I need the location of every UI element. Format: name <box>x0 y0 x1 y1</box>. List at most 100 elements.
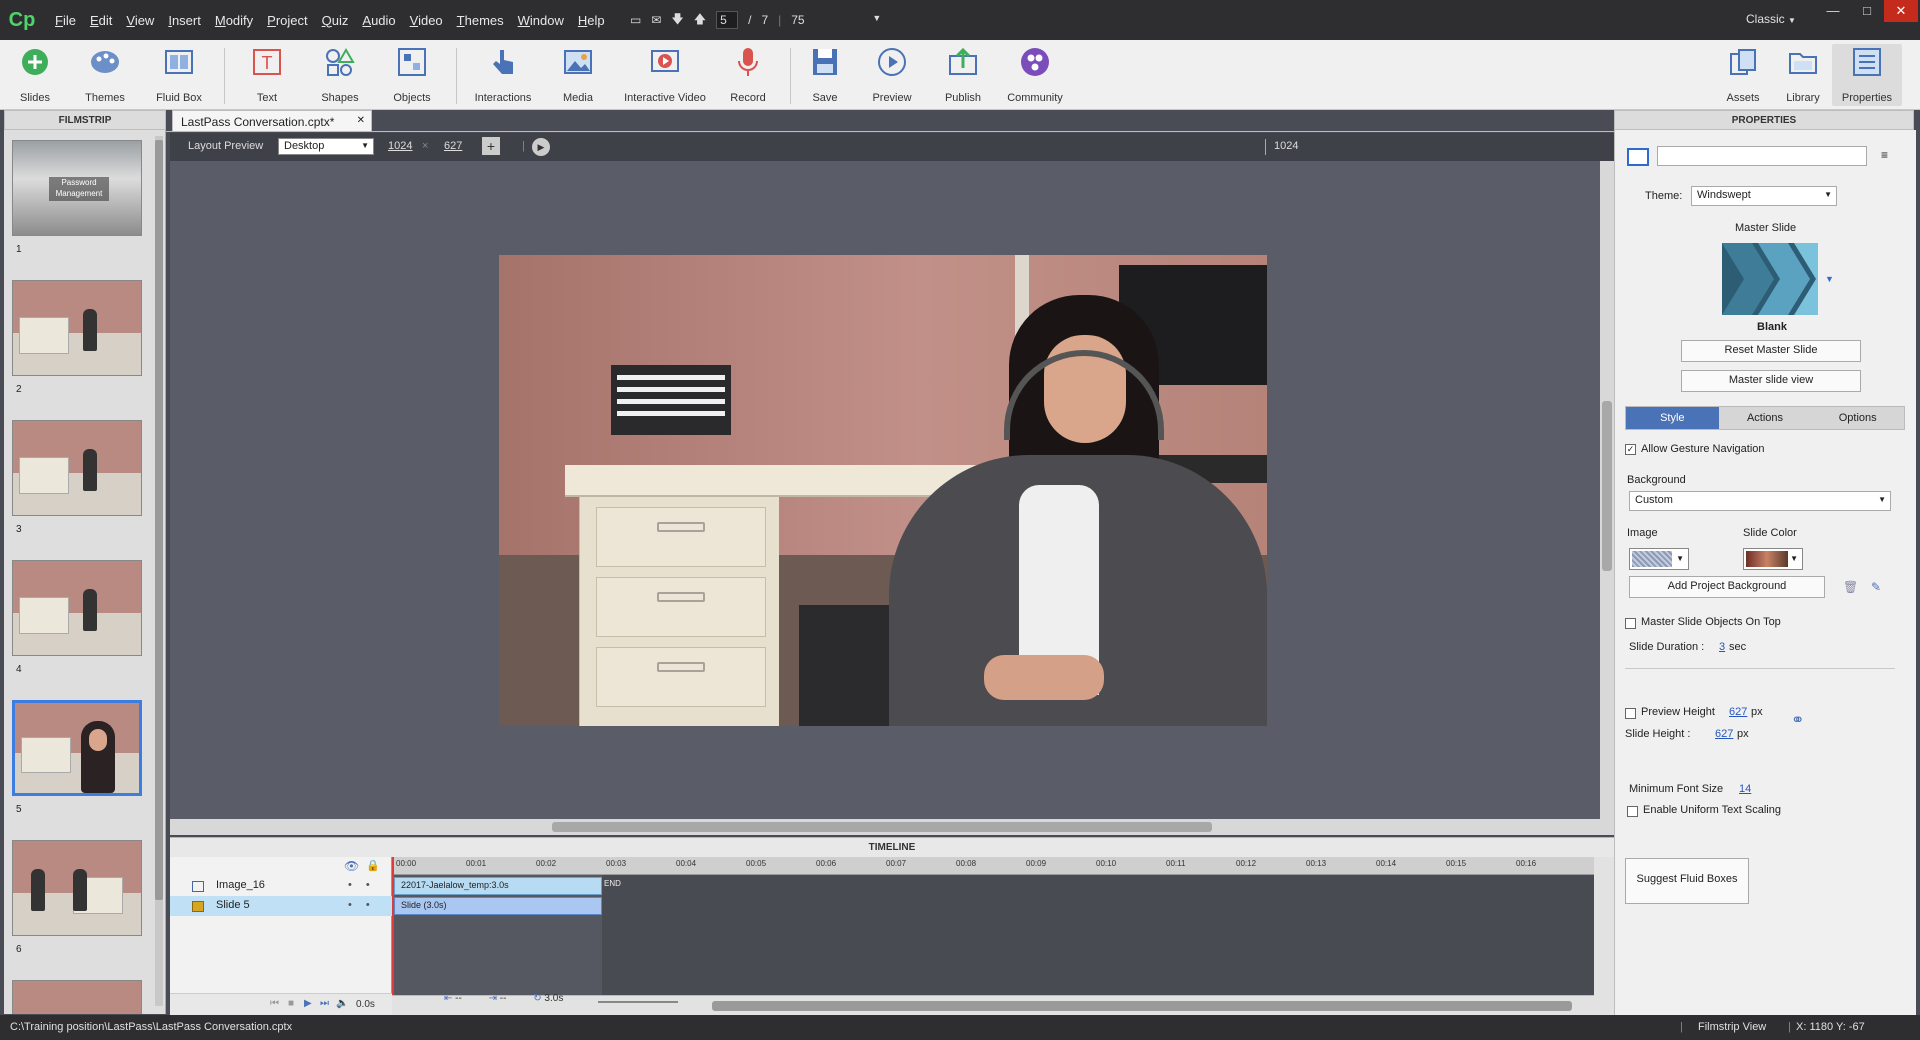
panel-menu-icon[interactable]: ≡ <box>1881 148 1888 162</box>
stage-horizontal-scrollbar[interactable] <box>170 819 1614 835</box>
properties-button[interactable]: Properties <box>1832 44 1902 106</box>
menu-window[interactable]: Window <box>511 13 571 28</box>
slide-timeline-bar[interactable]: Slide (3.0s) <box>394 897 602 915</box>
device-dropdown[interactable]: Desktop ▼ <box>278 138 374 155</box>
suggest-fluid-boxes-button[interactable]: Suggest Fluid Boxes <box>1625 858 1749 904</box>
mail-icon[interactable]: ✉ <box>651 13 661 27</box>
allow-gesture-checkbox[interactable]: ✓ <box>1625 444 1636 455</box>
menu-modify[interactable]: Modify <box>208 13 260 28</box>
minimize-icon[interactable]: — <box>1816 0 1850 22</box>
timeline-scrollbar[interactable] <box>712 1001 1572 1011</box>
objects-button[interactable]: Objects <box>377 44 447 106</box>
slide-thumbnail-3[interactable] <box>12 420 142 516</box>
menu-video[interactable]: Video <box>403 13 450 28</box>
preview-button[interactable]: Preview <box>857 44 927 106</box>
publish-button[interactable]: Publish <box>928 44 998 106</box>
tab-style[interactable]: Style <box>1626 407 1719 429</box>
menu-view[interactable]: View <box>119 13 161 28</box>
interactions-button[interactable]: Interactions <box>468 44 538 106</box>
fluid-box-button[interactable]: Fluid Box <box>144 44 214 106</box>
slide-thumbnail-6[interactable] <box>12 840 142 936</box>
menu-project[interactable]: Project <box>260 13 314 28</box>
close-tab-icon[interactable]: ✕ <box>357 115 365 126</box>
slide-height-value[interactable]: 627 <box>1715 728 1733 740</box>
filmstrip-scrollbar[interactable] <box>155 136 163 1006</box>
slide-thumbnail-2[interactable] <box>12 280 142 376</box>
menu-themes[interactable]: Themes <box>450 13 511 28</box>
workspace-dropdown[interactable]: Classic ▼ <box>1746 12 1796 26</box>
uniform-scaling-checkbox[interactable] <box>1627 806 1638 817</box>
visibility-dots[interactable]: •• <box>348 879 384 891</box>
duration-value[interactable]: 3.0s <box>544 993 563 1004</box>
menu-file[interactable]: File <box>48 13 83 28</box>
preview-width[interactable]: 1024 <box>388 140 412 152</box>
preview-height-value[interactable]: 627 <box>1729 706 1747 718</box>
menu-help[interactable]: Help <box>571 13 612 28</box>
slide-thumbnail-5[interactable] <box>12 700 142 796</box>
chevron-down-icon[interactable]: ▼ <box>1825 274 1834 284</box>
current-slide-input[interactable]: 5 <box>716 11 739 29</box>
community-button[interactable]: Community <box>1000 44 1070 106</box>
slide-duration-value[interactable]: 3 <box>1719 641 1725 653</box>
preview-height-checkbox[interactable] <box>1625 708 1636 719</box>
screen-icon[interactable]: ▭ <box>630 13 641 27</box>
play-icon[interactable]: ▶ <box>304 998 312 1009</box>
play-preview-icon[interactable]: ▶ <box>532 138 550 156</box>
document-tab[interactable]: LastPass Conversation.cptx* ✕ <box>172 110 372 132</box>
tab-actions[interactable]: Actions <box>1719 407 1812 429</box>
master-objects-top-checkbox[interactable] <box>1625 618 1636 629</box>
stop-icon[interactable]: ■ <box>288 998 294 1009</box>
playhead[interactable] <box>392 857 394 997</box>
slide-image[interactable] <box>499 255 1267 726</box>
pencil-icon[interactable]: ✎ <box>1871 580 1881 594</box>
arrow-down-icon[interactable]: 🡇 <box>671 10 683 31</box>
preview-height[interactable]: 627 <box>444 140 462 152</box>
timeline-vertical-scrollbar[interactable] <box>1594 857 1614 1015</box>
menu-insert[interactable]: Insert <box>161 13 208 28</box>
menu-audio[interactable]: Audio <box>355 13 402 28</box>
scroll-thumb[interactable] <box>155 140 163 900</box>
slide-thumbnail-7[interactable] <box>12 980 142 1014</box>
timeline-row-image[interactable]: Image_16 •• <box>170 876 392 896</box>
time-field[interactable]: -- <box>455 993 462 1004</box>
forward-icon[interactable]: ⏭ <box>320 998 329 1009</box>
image-timeline-bar[interactable]: 22017-Jaelalow_temp:3.0s <box>394 877 602 895</box>
zoom-dropdown[interactable]: 75 ▼ <box>791 13 881 27</box>
min-font-size-value[interactable]: 14 <box>1739 783 1751 795</box>
arrow-up-icon[interactable]: 🡅 <box>694 10 706 31</box>
slide-color-picker[interactable]: ▼ <box>1743 548 1803 570</box>
reset-master-slide-button[interactable]: Reset Master Slide <box>1681 340 1861 362</box>
eye-icon[interactable]: 👁 <box>344 859 359 873</box>
timeline-row-slide[interactable]: Slide 5 •• <box>170 896 392 916</box>
add-project-background-button[interactable]: Add Project Background <box>1629 576 1825 598</box>
speaker-icon[interactable]: 🔈 <box>336 998 348 1009</box>
text-button[interactable]: T Text <box>232 44 302 106</box>
tab-options[interactable]: Options <box>1811 407 1904 429</box>
maximize-icon[interactable]: □ <box>1850 0 1884 22</box>
trash-icon[interactable]: 🗑 <box>1843 580 1858 594</box>
menu-quiz[interactable]: Quiz <box>315 13 356 28</box>
timeline-zoom-slider[interactable] <box>598 1001 678 1003</box>
interactive-video-button[interactable]: Interactive Video <box>624 44 706 106</box>
media-button[interactable]: Media <box>543 44 613 106</box>
menu-edit[interactable]: Edit <box>83 13 119 28</box>
master-slide-thumbnail[interactable] <box>1722 243 1818 315</box>
breakpoint-marker[interactable] <box>1265 139 1266 155</box>
background-dropdown[interactable]: Custom ▼ <box>1629 491 1891 511</box>
visibility-dots[interactable]: •• <box>348 899 384 911</box>
stage-vertical-scrollbar[interactable] <box>1600 161 1614 819</box>
slide-thumbnail-1[interactable]: Password Management <box>12 140 142 236</box>
themes-button[interactable]: Themes <box>70 44 140 106</box>
record-button[interactable]: Record <box>713 44 783 106</box>
close-icon[interactable]: ✕ <box>1884 0 1918 22</box>
master-slide-view-button[interactable]: Master slide view <box>1681 370 1861 392</box>
rewind-icon[interactable]: ⏮ <box>270 998 279 1009</box>
slide-thumbnail-4[interactable] <box>12 560 142 656</box>
lock-icon[interactable]: 🔒 <box>366 859 380 872</box>
time-field[interactable]: -- <box>500 993 507 1004</box>
slide-name-input[interactable] <box>1657 146 1867 166</box>
add-breakpoint-icon[interactable]: + <box>482 137 500 155</box>
scroll-thumb[interactable] <box>552 822 1212 832</box>
link-icon[interactable]: ⚭ <box>1791 710 1804 730</box>
shapes-button[interactable]: Shapes <box>305 44 375 106</box>
